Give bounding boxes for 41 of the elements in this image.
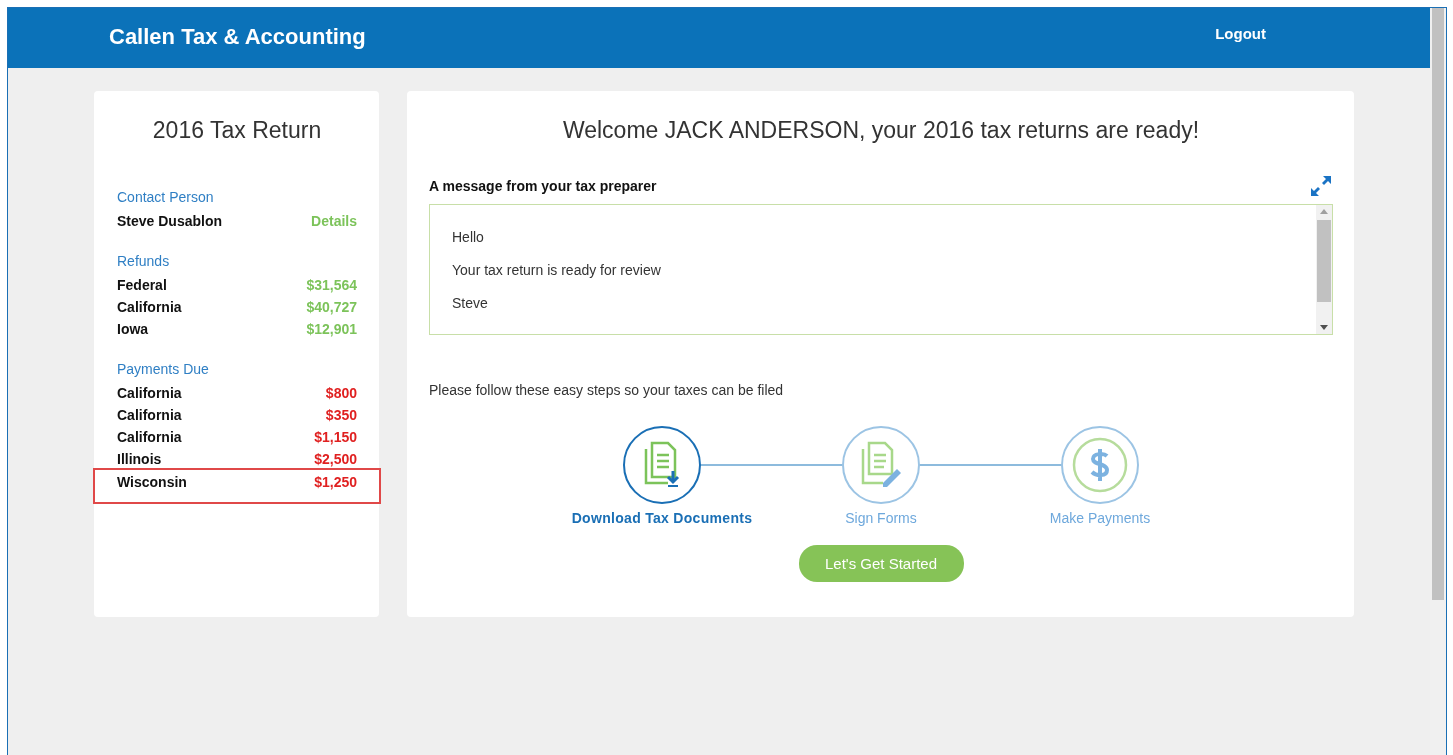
row-label: California — [117, 298, 182, 317]
amount: $350 — [325, 406, 357, 425]
scroll-up-icon[interactable] — [1320, 209, 1328, 214]
section-heading: Refunds — [117, 253, 171, 269]
row-label: Wisconsin — [117, 473, 187, 492]
dollar-icon — [1072, 437, 1128, 493]
logout-link[interactable]: Logout — [1215, 24, 1266, 42]
row-label: California — [117, 406, 182, 425]
amount: $2,500 — [314, 450, 357, 469]
brand-title: Callen Tax & Accounting — [109, 24, 366, 50]
step-label[interactable]: Sign Forms — [845, 510, 917, 526]
scrollbar[interactable] — [1316, 205, 1332, 334]
message-heading: A message from your tax preparer — [429, 178, 657, 194]
card-title: 2016 Tax Return — [151, 117, 323, 144]
message-line: Steve — [452, 295, 489, 311]
amount: $31,564 — [306, 276, 357, 295]
document-download-icon — [642, 441, 682, 489]
section-heading: Contact Person — [117, 189, 215, 205]
amount: $1,150 — [314, 428, 357, 447]
row-label: Federal — [117, 276, 167, 295]
amount: $1,250 — [314, 473, 357, 492]
message-line: Hello — [452, 229, 485, 245]
contact-name: Steve Dusablon — [117, 212, 223, 231]
amount: $40,727 — [306, 298, 357, 317]
scroll-down-icon[interactable] — [1320, 325, 1328, 330]
row-label: Illinois — [117, 450, 162, 469]
get-started-button[interactable]: Let's Get Started — [798, 545, 964, 582]
section-heading: Payments Due — [117, 361, 210, 377]
row-label: Iowa — [117, 320, 149, 339]
instructions-text: Please follow these easy steps so your taxes can be filed — [429, 382, 785, 398]
row-label: California — [117, 384, 182, 403]
expand-icon[interactable] — [1309, 174, 1333, 198]
welcome-title: Welcome JACK ANDERSON, your 2016 tax returns are ready! — [561, 117, 1201, 144]
row-label: California — [117, 428, 182, 447]
document-pen-icon — [859, 441, 903, 489]
step-label[interactable]: Download Tax Documents — [571, 510, 753, 526]
amount: $12,901 — [306, 320, 357, 339]
step-label[interactable]: Make Payments — [1049, 510, 1151, 526]
details-link[interactable]: Details — [311, 210, 357, 232]
amount: $800 — [325, 384, 357, 403]
message-line: Your tax return is ready for review — [452, 262, 662, 278]
